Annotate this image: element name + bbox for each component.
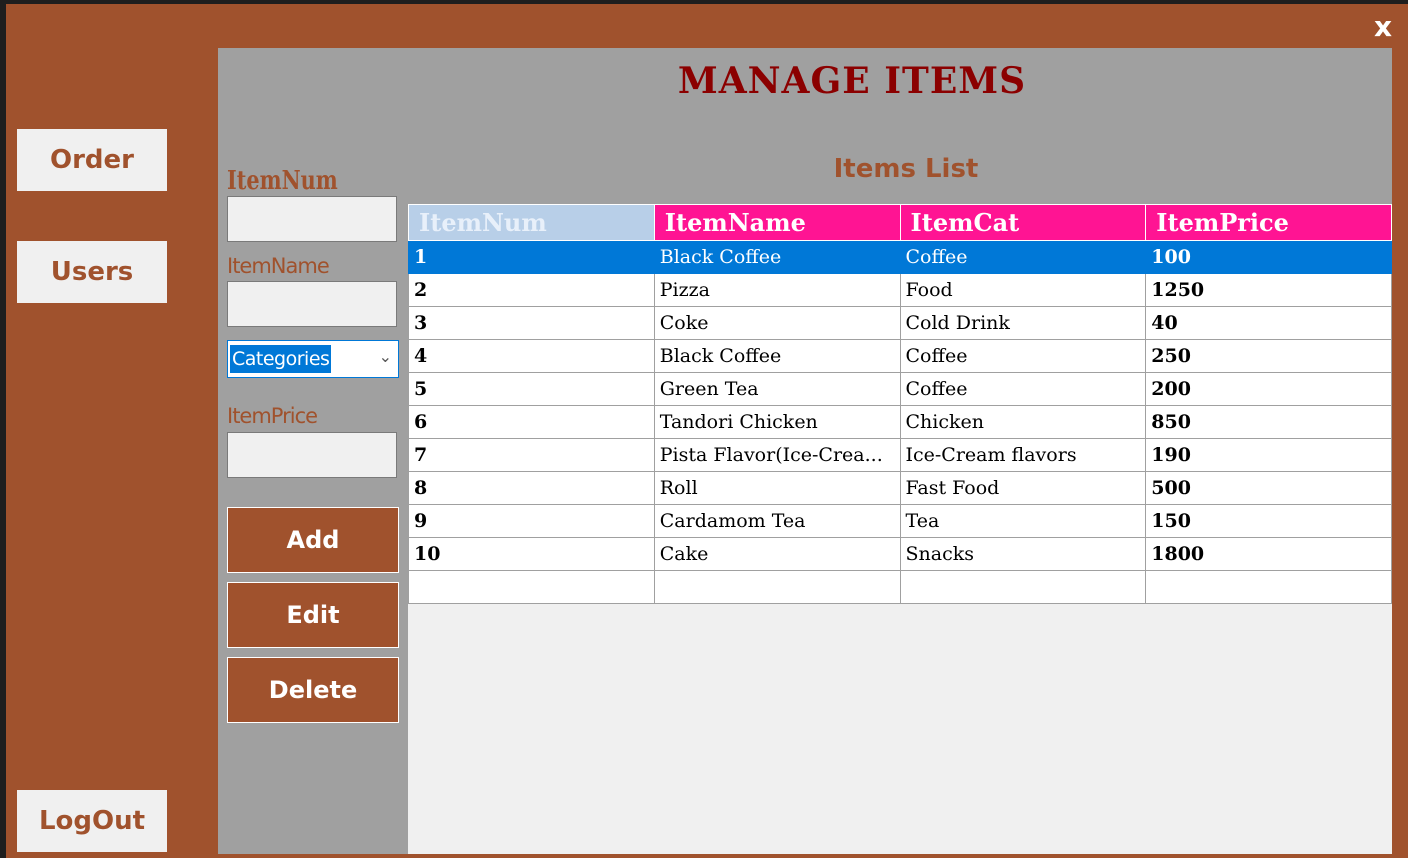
table-header-row: ItemNum ItemName ItemCat ItemPrice xyxy=(408,204,1392,241)
cell-itemcat[interactable]: Coffee xyxy=(899,339,1147,373)
cell-itemnum[interactable]: 10 xyxy=(408,537,655,571)
cell-itemprice[interactable]: 190 xyxy=(1145,438,1392,472)
cell-itemprice[interactable]: 150 xyxy=(1145,504,1392,538)
cell-itemname[interactable]: Pizza xyxy=(653,273,901,307)
page-title: MANAGE ITEMS xyxy=(677,60,1027,102)
cell-itemnum[interactable]: 1 xyxy=(408,240,655,274)
table-row[interactable]: 8 Roll Fast Food 500 xyxy=(408,471,1392,505)
table-new-row[interactable] xyxy=(408,570,1392,604)
column-header-itemnum[interactable]: ItemNum xyxy=(408,204,655,241)
items-grid[interactable]: ItemNum ItemName ItemCat ItemPrice 1 Bla… xyxy=(408,204,1392,854)
cell-empty[interactable] xyxy=(653,570,901,604)
table-row[interactable]: 4 Black Coffee Coffee 250 xyxy=(408,339,1392,373)
cell-itemcat[interactable]: Coffee xyxy=(899,372,1147,406)
cell-itemnum[interactable]: 3 xyxy=(408,306,655,340)
add-button[interactable]: Add xyxy=(227,507,399,573)
column-header-itemcat[interactable]: ItemCat xyxy=(899,204,1147,241)
cell-itemcat[interactable]: Fast Food xyxy=(899,471,1147,505)
cell-itemnum[interactable]: 5 xyxy=(408,372,655,406)
table-row[interactable]: 9 Cardamom Tea Tea 150 xyxy=(408,504,1392,538)
cell-itemprice[interactable]: 250 xyxy=(1145,339,1392,373)
itemnum-label: ItemNum xyxy=(227,166,338,196)
column-header-itemprice[interactable]: ItemPrice xyxy=(1145,204,1392,241)
cell-itemprice[interactable]: 850 xyxy=(1145,405,1392,439)
logout-button[interactable]: LogOut xyxy=(17,790,167,852)
cell-itemprice[interactable]: 1250 xyxy=(1145,273,1392,307)
order-button[interactable]: Order xyxy=(17,129,167,191)
table-row[interactable]: 3 Coke Cold Drink 40 xyxy=(408,306,1392,340)
items-table: ItemNum ItemName ItemCat ItemPrice 1 Bla… xyxy=(408,204,1392,604)
table-row[interactable]: 7 Pista Flavor(Ice-Crea... Ice-Cream fla… xyxy=(408,438,1392,472)
itemprice-input[interactable] xyxy=(227,432,397,478)
chevron-down-icon[interactable]: ⌄ xyxy=(379,347,392,366)
cell-itemcat[interactable]: Coffee xyxy=(899,240,1147,274)
cell-itemname[interactable]: Coke xyxy=(653,306,901,340)
cell-itemprice[interactable]: 40 xyxy=(1145,306,1392,340)
category-select-value: Categories xyxy=(230,345,332,373)
cell-itemprice[interactable]: 1800 xyxy=(1145,537,1392,571)
cell-itemnum[interactable]: 2 xyxy=(408,273,655,307)
table-row[interactable]: 5 Green Tea Coffee 200 xyxy=(408,372,1392,406)
manage-items-panel: MANAGE ITEMS ItemNum ItemName Categories… xyxy=(218,48,1392,854)
cell-itemcat[interactable]: Chicken xyxy=(899,405,1147,439)
itemprice-label: ItemPrice xyxy=(227,404,318,428)
cell-itemprice[interactable]: 100 xyxy=(1145,240,1392,274)
itemnum-input[interactable] xyxy=(227,196,397,242)
column-header-itemname[interactable]: ItemName xyxy=(653,204,901,241)
close-button[interactable]: x xyxy=(1368,10,1398,44)
cell-itemname[interactable]: Black Coffee xyxy=(653,339,901,373)
cell-empty[interactable] xyxy=(899,570,1147,604)
cell-itemcat[interactable]: Snacks xyxy=(899,537,1147,571)
cell-itemprice[interactable]: 500 xyxy=(1145,471,1392,505)
cell-itemnum[interactable]: 6 xyxy=(408,405,655,439)
cell-itemnum[interactable]: 4 xyxy=(408,339,655,373)
table-row[interactable]: 6 Tandori Chicken Chicken 850 xyxy=(408,405,1392,439)
cell-empty[interactable] xyxy=(1145,570,1392,604)
cell-itemnum[interactable]: 9 xyxy=(408,504,655,538)
cell-itemprice[interactable]: 200 xyxy=(1145,372,1392,406)
cell-itemname[interactable]: Black Coffee xyxy=(653,240,901,274)
cell-empty[interactable] xyxy=(408,570,655,604)
itemname-label: ItemName xyxy=(227,254,330,278)
cell-itemcat[interactable]: Ice-Cream flavors xyxy=(899,438,1147,472)
category-select[interactable]: Categories ⌄ xyxy=(227,340,399,378)
cell-itemnum[interactable]: 8 xyxy=(408,471,655,505)
table-row[interactable]: 2 Pizza Food 1250 xyxy=(408,273,1392,307)
cell-itemname[interactable]: Tandori Chicken xyxy=(653,405,901,439)
cell-itemcat[interactable]: Food xyxy=(899,273,1147,307)
cell-itemname[interactable]: Roll xyxy=(653,471,901,505)
cell-itemname[interactable]: Cardamom Tea xyxy=(653,504,901,538)
users-button[interactable]: Users xyxy=(17,241,167,303)
items-list-title: Items List xyxy=(833,154,979,184)
cell-itemnum[interactable]: 7 xyxy=(408,438,655,472)
table-row[interactable]: 10 Cake Snacks 1800 xyxy=(408,537,1392,571)
app-window: x Order Users LogOut MANAGE ITEMS ItemNu… xyxy=(6,4,1408,858)
itemname-input[interactable] xyxy=(227,281,397,327)
cell-itemcat[interactable]: Cold Drink xyxy=(899,306,1147,340)
edit-button[interactable]: Edit xyxy=(227,582,399,648)
cell-itemname[interactable]: Green Tea xyxy=(653,372,901,406)
cell-itemcat[interactable]: Tea xyxy=(899,504,1147,538)
delete-button[interactable]: Delete xyxy=(227,657,399,723)
cell-itemname[interactable]: Cake xyxy=(653,537,901,571)
table-row[interactable]: 1 Black Coffee Coffee 100 xyxy=(408,240,1392,274)
cell-itemname[interactable]: Pista Flavor(Ice-Crea... xyxy=(653,438,901,472)
